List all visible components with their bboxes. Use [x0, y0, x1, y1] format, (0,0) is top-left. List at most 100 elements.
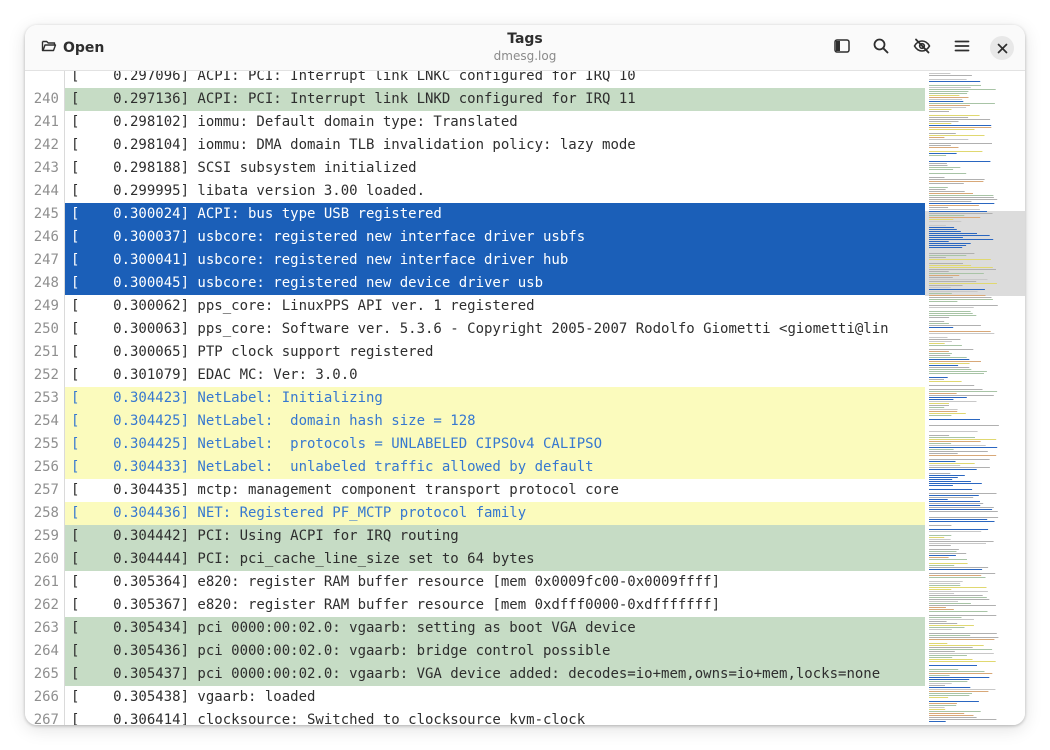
minimap-line	[929, 595, 983, 596]
log-line[interactable]: 243 [ 0.298188] SCSI subsystem initialize…	[25, 157, 925, 180]
log-line-partial[interactable]: [ 0.297096] ACPI: PCI: Interrupt link LN…	[25, 71, 925, 88]
log-line[interactable]: 258 [ 0.304436] NET: Registered PF_MCTP p…	[25, 502, 925, 525]
minimap[interactable]	[925, 71, 1025, 725]
minimap-line	[929, 657, 953, 658]
log-line[interactable]: 264 [ 0.305436] pci 0000:00:02.0: vgaarb:…	[25, 640, 925, 663]
minimap-line	[929, 521, 995, 522]
close-button[interactable]	[990, 36, 1014, 60]
line-text: [ 0.304425] NetLabel: protocols = UNLABE…	[65, 433, 925, 456]
line-number: 251	[33, 344, 59, 360]
minimap-line	[929, 189, 946, 190]
minimap-line	[929, 385, 975, 386]
minimap-line	[929, 327, 954, 328]
log-view[interactable]: [ 0.297096] ACPI: PCI: Interrupt link LN…	[25, 71, 1025, 725]
minimap-line	[929, 99, 963, 100]
sidebar-toggle-button[interactable]	[829, 35, 855, 61]
minimap-line	[929, 137, 945, 138]
log-line[interactable]: 266 [ 0.305438] vgaarb: loaded	[25, 686, 925, 709]
minimap-line	[929, 145, 951, 146]
minimap-line	[929, 317, 950, 318]
log-line[interactable]: 252 [ 0.301079] EDAC MC: Ver: 3.0.0	[25, 364, 925, 387]
minimap-line	[929, 413, 966, 414]
minimap-line	[929, 401, 977, 402]
minimap-line	[929, 395, 994, 396]
open-button[interactable]: Open	[33, 34, 112, 62]
line-number: 263	[33, 620, 59, 636]
line-text: [ 0.297136] ACPI: PCI: Interrupt link LN…	[65, 88, 925, 111]
minimap-line	[929, 219, 954, 220]
minimap-line	[929, 281, 977, 282]
log-line[interactable]: 240 [ 0.297136] ACPI: PCI: Interrupt link…	[25, 88, 925, 111]
minimap-line	[929, 721, 946, 722]
minimap-line	[929, 557, 949, 558]
minimap-line	[929, 403, 949, 404]
line-number: 264	[33, 643, 59, 659]
minimap-line	[929, 235, 990, 236]
log-line[interactable]: 245 [ 0.300024] ACPI: bus type USB regist…	[25, 203, 925, 226]
minimap-line	[929, 313, 973, 314]
log-line[interactable]: 242 [ 0.298104] iommu: DMA domain TLB inv…	[25, 134, 925, 157]
log-line[interactable]: 265 [ 0.305437] pci 0000:00:02.0: vgaarb:…	[25, 663, 925, 686]
minimap-line	[929, 555, 956, 556]
minimap-line	[929, 495, 979, 496]
minimap-line	[929, 373, 984, 374]
minimap-line	[929, 295, 986, 296]
minimap-line	[929, 481, 971, 482]
line-text: [ 0.300024] ACPI: bus type USB registere…	[65, 203, 925, 226]
minimap-line	[929, 607, 946, 608]
minimap-preview[interactable]	[925, 71, 1025, 725]
line-text: [ 0.305367] e820: register RAM buffer re…	[71, 597, 721, 613]
log-line[interactable]: 261 [ 0.305364] e820: register RAM buffer…	[25, 571, 925, 594]
minimap-line	[929, 455, 997, 456]
log-line[interactable]: 248 [ 0.300045] usbcore: registered new d…	[25, 272, 925, 295]
folder-open-icon	[41, 38, 57, 58]
hide-untagged-button[interactable]	[909, 35, 935, 61]
log-line[interactable]: 254 [ 0.304425] NetLabel: domain hash siz…	[25, 410, 925, 433]
minimap-line	[929, 605, 996, 606]
log-line[interactable]: 246 [ 0.300037] usbcore: registered new i…	[25, 226, 925, 249]
minimap-line	[929, 307, 974, 308]
log-line[interactable]: 256 [ 0.304433] NetLabel: unlabeled traff…	[25, 456, 925, 479]
log-line[interactable]: 244 [ 0.299995] libata version 3.00 loade…	[25, 180, 925, 203]
log-line[interactable]: 259 [ 0.304442] PCI: Using ACPI for IRQ r…	[25, 525, 925, 548]
log-line[interactable]: 251 [ 0.300065] PTP clock support registe…	[25, 341, 925, 364]
minimap-line	[929, 715, 974, 716]
log-line[interactable]: 260 [ 0.304444] PCI: pci_cache_line_size …	[25, 548, 925, 571]
log-line[interactable]: 253 [ 0.304423] NetLabel: Initializing	[25, 387, 925, 410]
minimap-line	[929, 407, 945, 408]
main-menu-button[interactable]	[949, 35, 975, 61]
log-line[interactable]: 241 [ 0.298102] iommu: Default domain typ…	[25, 111, 925, 134]
minimap-line	[929, 391, 998, 392]
minimap-line	[929, 673, 993, 674]
log-line[interactable]: 263 [ 0.305434] pci 0000:00:02.0: vgaarb:…	[25, 617, 925, 640]
minimap-line	[929, 153, 957, 154]
search-button[interactable]	[868, 35, 894, 61]
log-line[interactable]: 247 [ 0.300041] usbcore: registered new i…	[25, 249, 925, 272]
minimap-line	[929, 469, 977, 470]
minimap-line	[929, 531, 982, 532]
minimap-line	[929, 569, 983, 570]
minimap-line	[929, 649, 993, 650]
log-line[interactable]: 267 [ 0.306414] clocksource: Switched to …	[25, 709, 925, 725]
line-number: 249	[33, 298, 59, 314]
minimap-line	[929, 549, 959, 550]
minimap-line	[929, 231, 961, 232]
minimap-line	[929, 431, 978, 432]
log-line[interactable]: 255 [ 0.304425] NetLabel: protocols = UNL…	[25, 433, 925, 456]
minimap-line	[929, 263, 963, 264]
minimap-line	[929, 101, 964, 102]
minimap-line	[929, 315, 977, 316]
minimap-line	[929, 79, 967, 80]
log-line[interactable]: 257 [ 0.304435] mctp: management componen…	[25, 479, 925, 502]
log-line[interactable]: 250 [ 0.300063] pps_core: Software ver. 5…	[25, 318, 925, 341]
minimap-line	[929, 105, 970, 106]
minimap-line	[929, 271, 949, 272]
minimap-line	[929, 191, 965, 192]
minimap-line	[929, 693, 972, 694]
minimap-line	[929, 217, 981, 218]
minimap-line	[929, 647, 973, 648]
log-line[interactable]: 262 [ 0.305367] e820: register RAM buffer…	[25, 594, 925, 617]
minimap-line	[929, 683, 952, 684]
log-line[interactable]: 249 [ 0.300062] pps_core: LinuxPPS API ve…	[25, 295, 925, 318]
minimap-line	[929, 399, 954, 400]
